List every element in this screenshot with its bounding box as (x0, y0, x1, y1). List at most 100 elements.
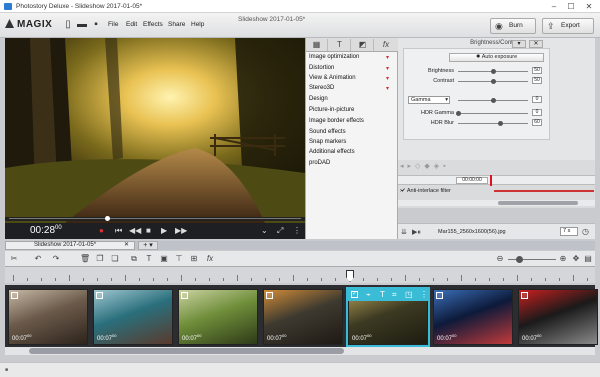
gamma-value[interactable]: 0 (532, 96, 542, 103)
menu-share[interactable]: Share (168, 21, 185, 28)
open-folder-icon[interactable]: ▬ (76, 19, 88, 31)
anti-interlace-checkbox[interactable]: ✔ Anti-interlace filter (401, 188, 451, 194)
export-button[interactable]: ⇪ Export (542, 18, 594, 34)
fullscreen-icon[interactable]: ⤢ (277, 226, 283, 236)
clip-checkbox[interactable]: ✓ (351, 291, 358, 298)
preview-scrubber[interactable] (5, 216, 305, 221)
current-time-field[interactable]: 00:00:00 (456, 177, 488, 184)
timeline-ruler[interactable] (5, 267, 595, 283)
thumbnail-checkbox[interactable] (436, 292, 443, 299)
hdr-gamma-value[interactable]: 0 (532, 109, 542, 116)
timeline-tab[interactable]: Slideshow 2017-01-05* ✕ (5, 241, 135, 250)
effect-item[interactable]: Snap markers (309, 139, 346, 145)
menu-effects[interactable]: Effects (143, 21, 163, 28)
menu-dots-icon[interactable]: ⋮ (293, 226, 301, 236)
keyframe-scrollbar[interactable] (398, 200, 595, 206)
collapse-icon[interactable]: ▾ (512, 40, 526, 48)
delete-icon[interactable]: 🗑 (80, 254, 90, 264)
storyboard-thumbnail[interactable]: 00:0700 (8, 289, 88, 345)
split-icon[interactable]: ⧉ (129, 254, 139, 264)
brightness-value[interactable]: 50 (532, 67, 542, 74)
thumbnail-checkbox[interactable] (266, 292, 273, 299)
effect-item[interactable]: Sound effects (309, 129, 346, 135)
copy-icon[interactable]: ❐ (95, 254, 105, 264)
timeline-view-icon[interactable]: ▤ (583, 254, 593, 264)
storyboard-thumbnail[interactable]: 00:0700 (518, 289, 598, 345)
duration-field[interactable]: 7 s (560, 227, 578, 236)
effect-item[interactable]: Additional effects (309, 149, 355, 155)
skip-start-icon[interactable]: ⏮ (115, 226, 122, 236)
text-box-icon[interactable]: ⊞ (189, 254, 199, 264)
hdr-gamma-handle[interactable] (456, 111, 461, 116)
menu-edit[interactable]: Edit (126, 21, 137, 28)
clock-icon[interactable]: ◷ (582, 227, 589, 236)
keyframe-tools[interactable]: ◂▸◇◆◈▪ (400, 162, 593, 172)
skip-end-icon[interactable]: ▶⏸ (412, 228, 421, 237)
new-document-icon[interactable]: ▯ (62, 19, 74, 31)
play-icon[interactable]: ▶ (161, 226, 167, 236)
expand-icon[interactable]: › (400, 188, 404, 196)
clip-text-icon[interactable]: T (380, 290, 385, 299)
add-tab-button[interactable]: + ▾ (138, 241, 158, 250)
tab-grid-icon[interactable]: ▦ (306, 39, 328, 51)
rewind-icon[interactable]: ◀◀ (129, 226, 141, 236)
chevron-down-icon[interactable]: ⌄ (261, 226, 268, 236)
chevron-down-icon[interactable]: ▾ (386, 54, 389, 61)
timeline-scrollbar[interactable] (5, 347, 595, 355)
effect-item[interactable]: proDAD (309, 160, 330, 166)
record-icon[interactable]: ● (99, 226, 104, 236)
tab-design-icon[interactable]: ◩ (352, 39, 374, 51)
save-icon[interactable]: ▪ (90, 19, 102, 31)
hdr-blur-handle[interactable] (498, 121, 503, 126)
storyboard-thumbnail[interactable]: 00:0700 (178, 289, 258, 345)
storyboard-thumbnail[interactable]: 00:0700 (433, 289, 513, 345)
clip-crop-icon[interactable]: ⌗ (392, 290, 397, 300)
title-tool-icon[interactable]: ⊤ (174, 254, 184, 264)
chevron-down-icon[interactable]: ▾ (386, 75, 389, 82)
zoom-out-icon[interactable]: ⊖ (495, 254, 505, 264)
fx-icon[interactable]: fx (205, 254, 215, 264)
effect-item[interactable]: Distortion (309, 65, 334, 71)
contrast-handle[interactable] (491, 79, 496, 84)
effect-item[interactable]: Picture-in-picture (309, 107, 354, 113)
effect-item[interactable]: Image border effects (309, 118, 364, 124)
contrast-value[interactable]: 50 (532, 77, 542, 84)
collapse-down-icon[interactable]: ⇊ (401, 228, 407, 236)
scrubber-handle[interactable] (105, 216, 110, 221)
panel-close-icon[interactable]: ✕ (529, 40, 543, 48)
effect-item[interactable]: View & Animation (309, 75, 356, 81)
tab-close-icon[interactable]: ✕ (124, 242, 129, 249)
preview-monitor[interactable] (5, 38, 305, 223)
thumbnail-checkbox[interactable] (521, 292, 528, 299)
effect-item[interactable]: Stereo3D (309, 85, 334, 91)
fit-icon[interactable]: ✥ (571, 254, 581, 264)
storyboard-thumbnail[interactable]: 00:0700 (263, 289, 343, 345)
thumbnail-checkbox[interactable] (181, 292, 188, 299)
keyframe-ruler[interactable]: 00:00:00 (398, 175, 595, 186)
menu-help[interactable]: Help (191, 21, 204, 28)
burn-button[interactable]: ◉ Burn (490, 18, 536, 34)
undo-icon[interactable]: ↶ (33, 254, 43, 264)
close-icon[interactable]: ✕ (583, 1, 595, 12)
thumbnail-checkbox[interactable] (96, 292, 103, 299)
brightness-handle[interactable] (491, 69, 496, 74)
auto-exposure-button[interactable]: ✹ Auto exposure (449, 53, 544, 62)
effect-item[interactable]: Image optimization (309, 54, 359, 60)
hdr-gamma-slider[interactable] (458, 113, 528, 114)
minimize-icon[interactable]: – (548, 1, 560, 12)
clip-volume-icon[interactable]: ⌁ (366, 290, 371, 299)
menu-file[interactable]: File (108, 21, 118, 28)
clip-effect-icon[interactable]: ◳ (405, 290, 413, 299)
fast-forward-icon[interactable]: ▶▶ (175, 226, 187, 236)
tab-text-icon[interactable]: T (329, 39, 351, 51)
keyframe-cursor[interactable] (490, 175, 492, 186)
paste-icon[interactable]: ❏ (110, 254, 120, 264)
chevron-down-icon[interactable]: ▾ (386, 65, 389, 72)
redo-icon[interactable]: ↷ (51, 254, 61, 264)
timeline-scroll-thumb[interactable] (29, 348, 344, 354)
maximize-icon[interactable]: ☐ (565, 1, 577, 12)
cut-tool-icon[interactable]: ✂ (9, 254, 19, 264)
text-tool-icon[interactable]: T (144, 254, 154, 264)
thumbnail-checkbox[interactable] (11, 292, 18, 299)
zoom-in-icon[interactable]: ⊕ (558, 254, 568, 264)
